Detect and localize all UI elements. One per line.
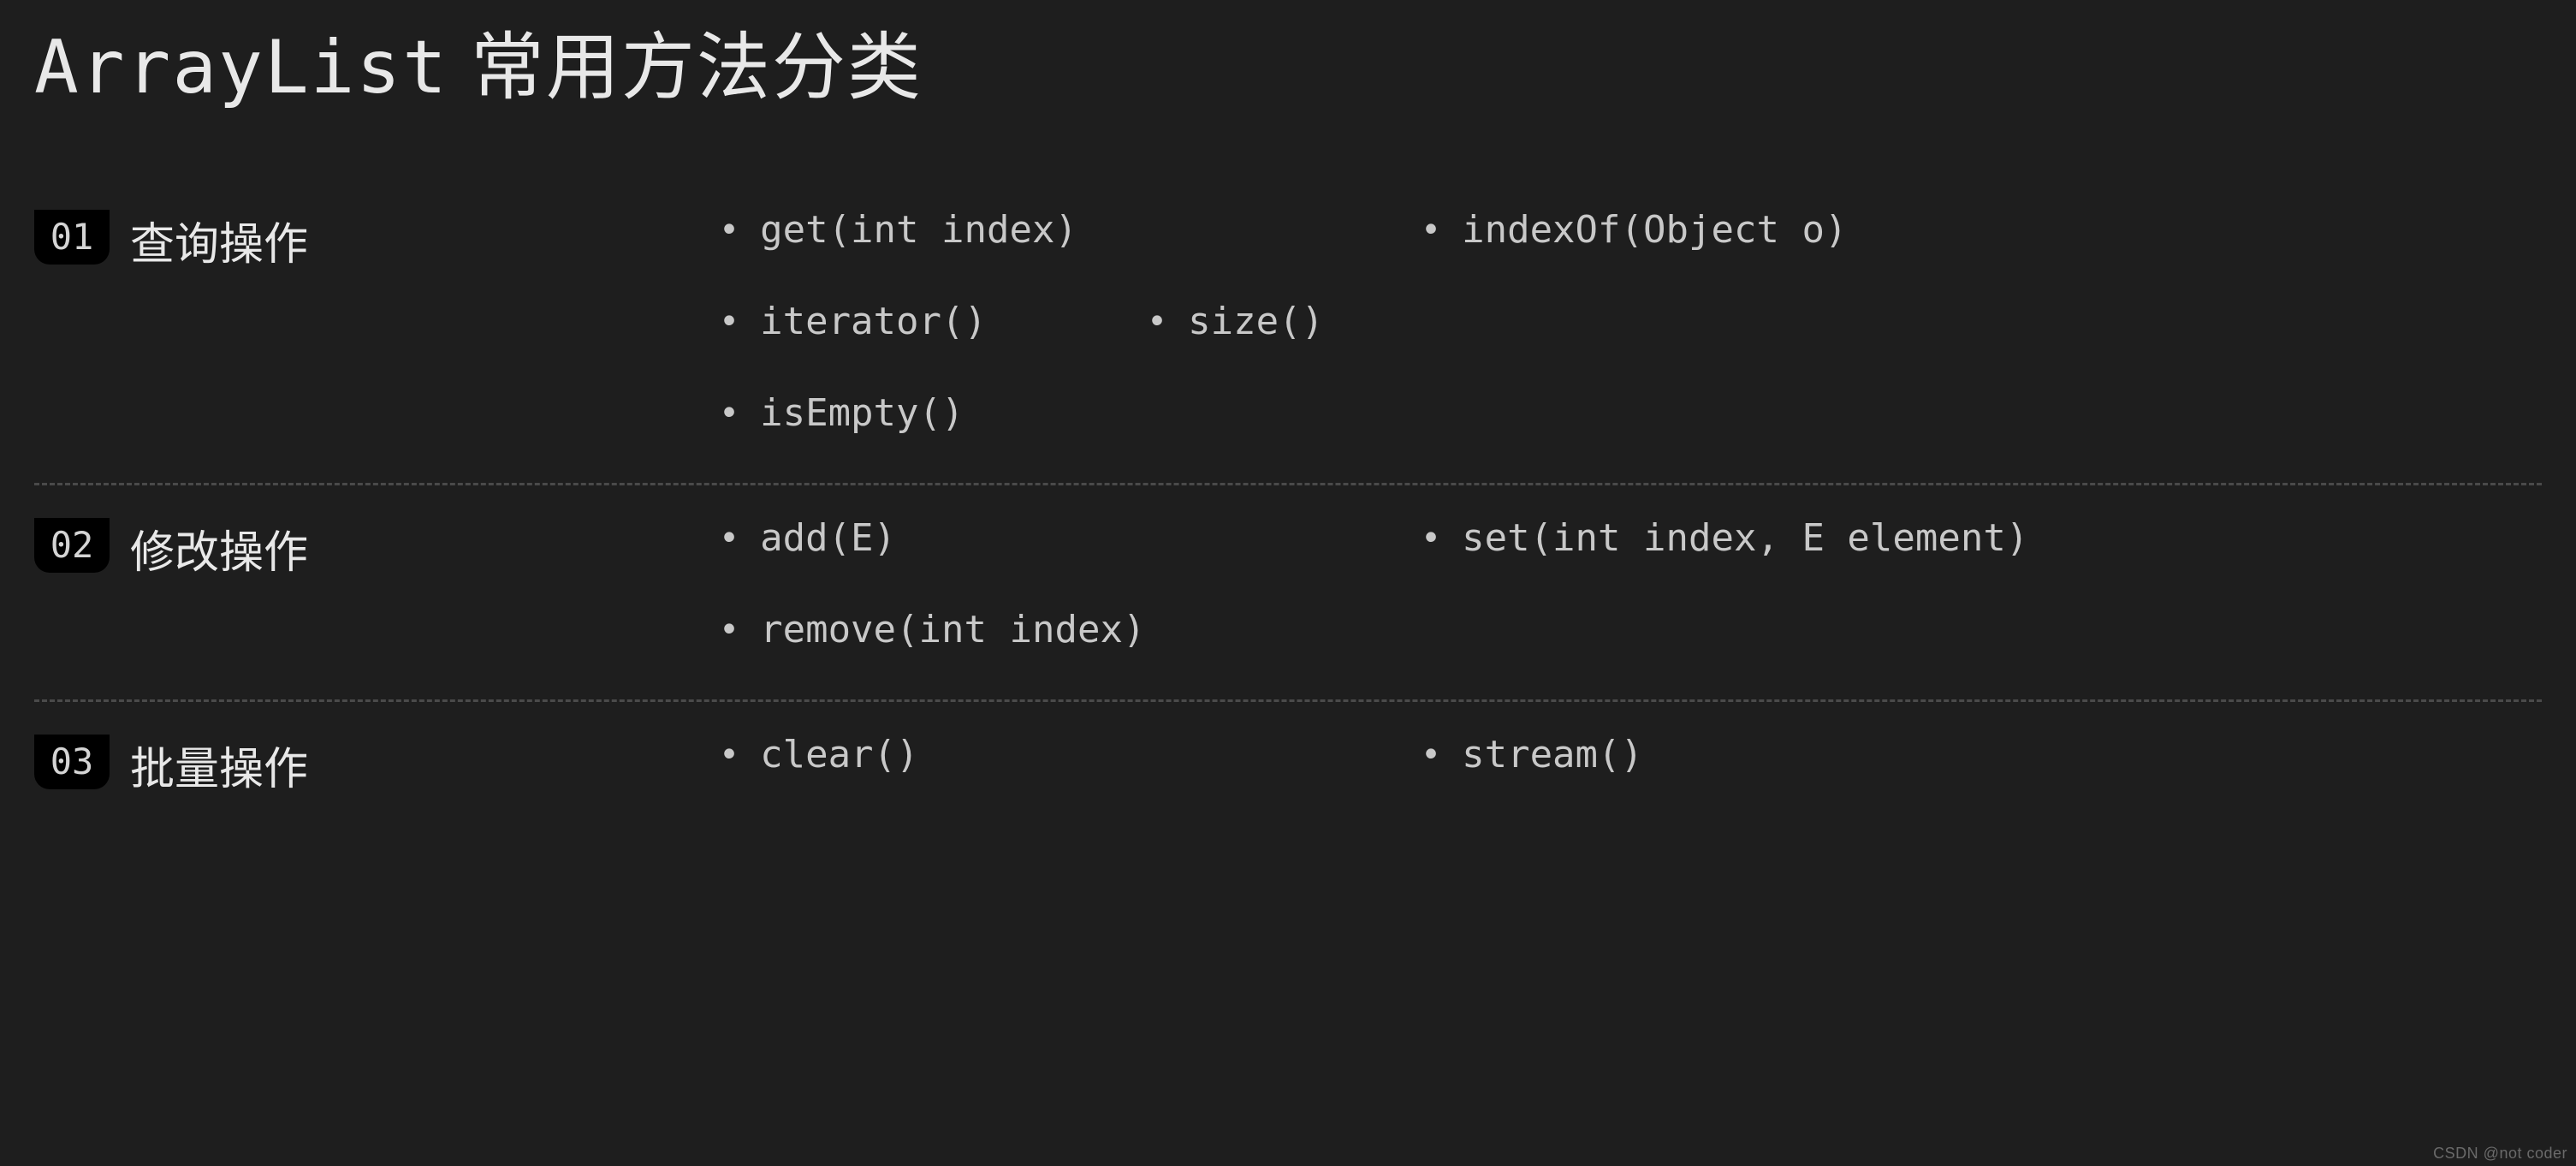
title-text: 常用方法分类 [471, 27, 923, 109]
section: 03 批量操作 clear()stream() [34, 707, 2542, 840]
title-code: ArrayList [34, 25, 448, 110]
method-item: add(E) [719, 516, 1421, 560]
section-header: 01 查询操作 [34, 208, 719, 272]
method-list: get(int index)indexOf(Object o) iterator(… [719, 208, 2542, 435]
section-header: 03 批量操作 [34, 733, 719, 797]
section: 01 查询操作 get(int index)indexOf(Object o) ite… [34, 182, 2542, 478]
section-divider [34, 483, 2542, 485]
section-label: 批量操作 [130, 733, 308, 797]
method-list: add(E)set(int index, E element) remove(in… [719, 516, 2542, 651]
section: 02 修改操作 add(E)set(int index, E element) rem… [34, 491, 2542, 694]
method-item: size() [1147, 300, 1849, 343]
method-item: set(int index, E element) [1421, 516, 2122, 560]
method-item: stream() [1421, 733, 2122, 776]
section-divider [34, 699, 2542, 702]
method-item: isEmpty() [719, 391, 1421, 435]
method-item: indexOf(Object o) [1421, 208, 2122, 252]
method-item: iterator() [719, 300, 1147, 343]
method-item: remove(int index) [719, 608, 1421, 651]
watermark: CSDN @not coder [2433, 1145, 2567, 1163]
section-number-badge: 02 [34, 518, 110, 573]
section-number-badge: 03 [34, 735, 110, 789]
section-label: 查询操作 [130, 208, 308, 272]
method-item: get(int index) [719, 208, 1421, 252]
section-label: 修改操作 [130, 516, 308, 580]
method-list: clear()stream() [719, 733, 2542, 776]
section-header: 02 修改操作 [34, 516, 719, 580]
method-item: clear() [719, 733, 1421, 776]
page-title: ArrayList 常用方法分类 [34, 0, 2542, 114]
section-number-badge: 01 [34, 210, 110, 265]
